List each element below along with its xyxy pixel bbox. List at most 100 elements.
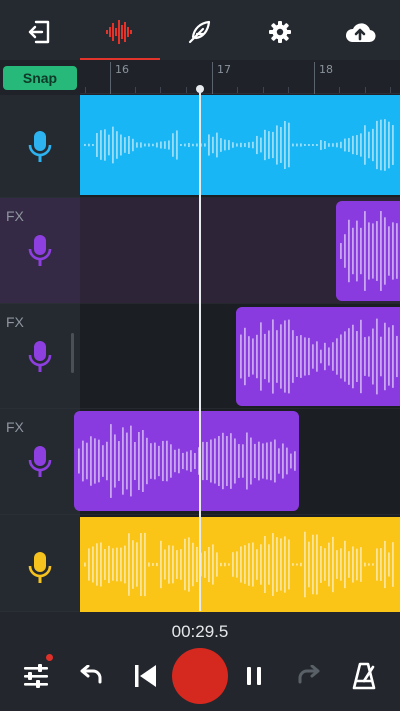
fx-label[interactable]: FX (6, 419, 24, 435)
waveform-bar (348, 138, 350, 152)
waveform-bar (104, 129, 106, 161)
mixer-sliders-icon[interactable] (16, 656, 56, 696)
waveform-bar (284, 121, 286, 169)
waveform-bar (268, 330, 270, 383)
waveform-bar (384, 119, 386, 171)
waveform-bar (190, 450, 192, 472)
cloud-upload-icon[interactable] (340, 12, 380, 52)
waveform-bar (184, 538, 186, 591)
waveform-bar (264, 536, 266, 593)
waveform-bar (196, 143, 198, 147)
waveform-bar (166, 440, 168, 482)
waveform-bar (372, 563, 374, 566)
waveform-bar (360, 547, 362, 582)
track-lane-4[interactable] (74, 409, 400, 515)
track-lane-1[interactable] (80, 95, 400, 198)
waveform-bar (384, 217, 386, 285)
waveform-bar (328, 347, 330, 366)
playhead-line[interactable] (199, 88, 201, 611)
waveform-bar (240, 142, 242, 148)
waveform-bar (124, 137, 126, 153)
waveform-bar (364, 562, 366, 567)
waveform-bar (324, 141, 326, 149)
track-lane-3[interactable] (80, 304, 400, 409)
undo-icon[interactable] (70, 656, 110, 696)
microphone-icon[interactable] (28, 340, 52, 374)
audio-clip[interactable] (80, 517, 400, 612)
waveform-bar (236, 551, 238, 578)
waveform-bar (216, 552, 218, 577)
waveform-bar (248, 142, 250, 148)
waveform-bar (300, 562, 302, 567)
track-lane-5[interactable] (80, 515, 400, 612)
waveform-bar (120, 547, 122, 582)
ruler-marker: 17 (217, 63, 231, 76)
waveform-bar (188, 537, 190, 592)
track-list-scrollbar[interactable] (71, 333, 74, 373)
pause-icon[interactable] (234, 656, 274, 696)
waveform-bar (372, 328, 374, 385)
track-lane-2[interactable] (80, 198, 400, 304)
waveform-bar (332, 536, 334, 593)
waveform-bar (340, 141, 342, 149)
waveform-bar (184, 143, 186, 147)
waveform-bar (118, 441, 120, 481)
waveform-bar (108, 545, 110, 584)
microphone-icon[interactable] (28, 234, 52, 268)
waveform-bar (360, 319, 362, 394)
waveform-bar (212, 544, 214, 585)
waveform-bar (388, 226, 390, 276)
waveform-bar (134, 442, 136, 480)
waveform-bar (270, 441, 272, 481)
ruler-marker: 18 (319, 63, 333, 76)
fx-label[interactable]: FX (6, 314, 24, 330)
playhead-handle[interactable] (196, 85, 204, 93)
waveform-bar (264, 333, 266, 380)
metronome-icon[interactable] (344, 656, 384, 696)
record-button[interactable] (172, 648, 228, 704)
waveform-bar (380, 336, 382, 377)
waveform-bar (228, 140, 230, 150)
waveform-bar (128, 136, 130, 154)
waveform-bar (88, 143, 90, 147)
waveform-bar (356, 548, 358, 581)
audio-clip[interactable] (74, 411, 299, 511)
microphone-icon[interactable] (28, 445, 52, 479)
audio-clip[interactable] (236, 307, 400, 406)
waveform-bar (156, 142, 158, 148)
waveform-bar (132, 138, 134, 152)
waveform-bar (160, 141, 162, 149)
audio-clip[interactable] (80, 95, 400, 195)
waveform-bar (110, 424, 112, 498)
redo-icon[interactable] (290, 656, 330, 696)
gear-icon[interactable] (260, 12, 300, 52)
waveform-bar (352, 227, 354, 275)
waveform-bar (396, 335, 398, 378)
exit-icon[interactable] (20, 12, 60, 52)
waveform-bar (280, 538, 282, 591)
skip-to-start-icon[interactable] (125, 656, 165, 696)
waveform-bar (96, 133, 98, 157)
waveform-bar (320, 349, 322, 364)
waveform-icon[interactable] (100, 12, 140, 52)
feather-icon[interactable] (180, 12, 220, 52)
waveform-bar (336, 550, 338, 579)
waveform-bar (258, 441, 260, 481)
fx-label[interactable]: FX (6, 208, 24, 224)
audio-clip[interactable] (336, 201, 400, 301)
microphone-icon[interactable] (28, 130, 52, 164)
track-header-5[interactable] (0, 515, 80, 612)
track-header-3[interactable]: FX (0, 304, 80, 409)
waveform-bar (214, 438, 216, 484)
snap-button[interactable]: Snap (3, 66, 77, 90)
waveform-bar (232, 552, 234, 577)
microphone-icon[interactable] (28, 551, 52, 585)
waveform-bar (312, 144, 314, 146)
waveform-bar (268, 131, 270, 159)
timeline-ruler[interactable]: 16 17 18 (80, 60, 400, 94)
track-header-1[interactable] (0, 95, 80, 198)
track-header-4[interactable]: FX (0, 409, 80, 515)
waveform-bar (164, 549, 166, 580)
waveform-bar (136, 542, 138, 587)
track-header-2[interactable]: FX (0, 198, 80, 304)
